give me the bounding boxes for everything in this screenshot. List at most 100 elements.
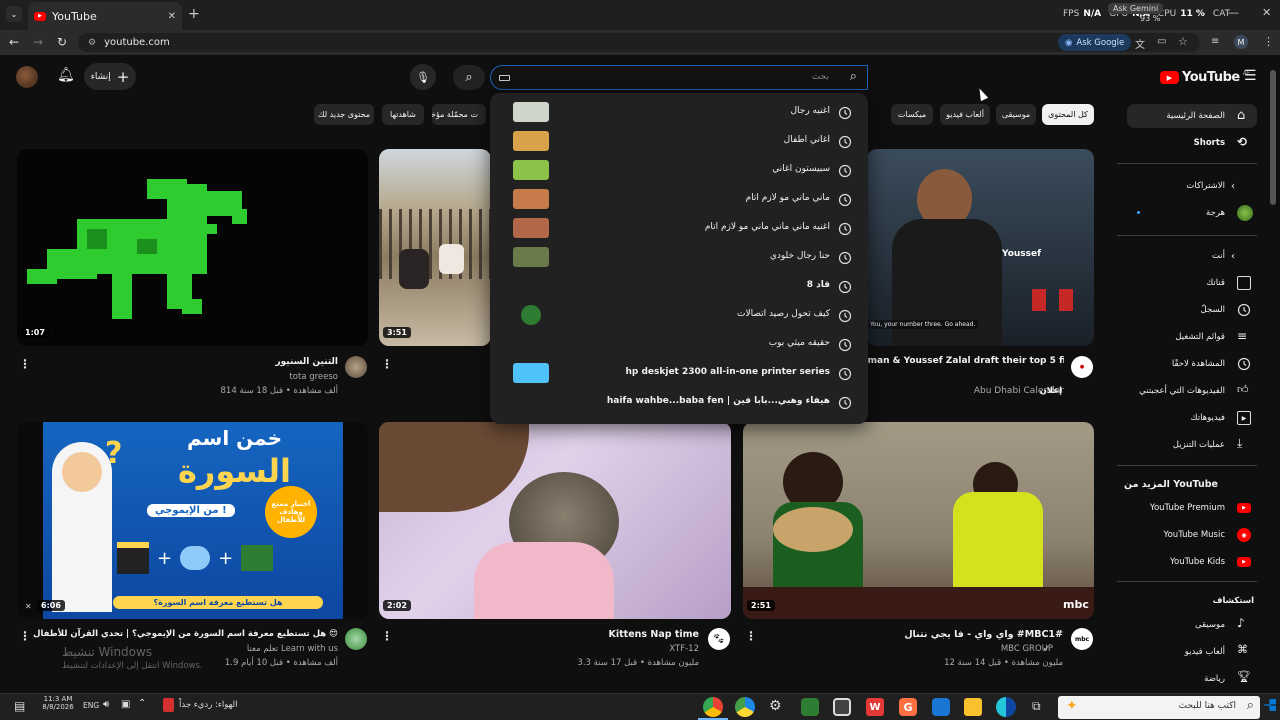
video-menu-icon[interactable]: ⋮ <box>381 357 393 371</box>
sidebar-item-gaming[interactable]: ألعاب فيديو ⌘ <box>1127 640 1257 664</box>
chip-music[interactable]: موسيقى <box>996 104 1036 125</box>
youtube-logo[interactable]: ▶ YouTube AE <box>1160 70 1251 85</box>
video-menu-icon[interactable]: ⋮ <box>19 629 31 643</box>
video-thumbnail[interactable]: mbc 2:51 <box>743 422 1094 619</box>
suggestion-item[interactable]: اغاني اطفال <box>490 127 868 156</box>
close-window-button[interactable]: ✕ <box>1262 6 1271 19</box>
windows-start-icon[interactable] <box>1264 699 1276 711</box>
back-arrow-icon[interactable]: ← <box>9 35 19 49</box>
network-icon[interactable]: ▣ <box>121 699 130 710</box>
chrome-taskbar-icon[interactable] <box>703 697 723 717</box>
suggestion-item[interactable]: ماني ماني مو لازم اتام <box>490 185 868 214</box>
chip-video-games[interactable]: ألعاب فيديو <box>940 104 990 125</box>
address-bar[interactable]: ⚙ youtube.com <box>78 33 1200 52</box>
tray-overflow-chevron-icon[interactable]: ⌃ <box>138 698 146 709</box>
chip-all[interactable]: كل المحتوى <box>1042 104 1094 125</box>
sidebar-item-youtube-kids[interactable]: YouTube Kids ▶ <box>1127 550 1257 574</box>
keyboard-icon[interactable] <box>499 75 510 81</box>
translate-icon[interactable]: 文 <box>1135 36 1145 51</box>
sidebar-item-watch-later[interactable]: المشاهدة لاحقًا <box>1127 352 1257 376</box>
input-language[interactable]: ENG <box>83 701 99 710</box>
chrome-beta-taskbar-icon[interactable] <box>735 697 755 717</box>
volume-icon[interactable]: 🔊︎ <box>103 699 109 710</box>
store-icon[interactable] <box>833 698 851 716</box>
suggestion-item[interactable]: اغنيه ماني ماني ماني مو لازم اتام <box>490 214 868 243</box>
sidebar-you-header[interactable]: أنت ‹ <box>1127 244 1257 268</box>
suggestion-item[interactable]: حقيقه ميثي بوب <box>490 330 868 359</box>
suggestion-item[interactable]: haifa wahbe...baba fen | هيفاء وهبي...با… <box>490 388 868 417</box>
suggestion-item[interactable]: حنا رجال خلودي <box>490 243 868 272</box>
create-button[interactable]: إنشاء + <box>84 63 136 90</box>
search-input[interactable]: بحث ⌕ <box>490 65 868 90</box>
mail-icon[interactable] <box>932 698 950 716</box>
video-channel[interactable]: XTF-12 <box>669 644 699 654</box>
sidebar-item-home[interactable]: الصفحة الرئيسية ⌂ <box>1127 104 1257 128</box>
suggestion-item[interactable]: hp deskjet 2300 all-in-one printer serie… <box>490 359 868 388</box>
voice-search-mic-icon[interactable]: 🎙︎ <box>410 64 436 90</box>
app-g-icon[interactable]: G <box>899 698 917 716</box>
sidebar-item-history[interactable]: السجلّ <box>1127 298 1257 322</box>
app-green-icon[interactable] <box>801 698 819 716</box>
account-avatar[interactable] <box>16 66 38 88</box>
video-thumbnail[interactable]: Youssef You, your number three. Go ahead… <box>867 149 1094 346</box>
video-title[interactable]: التنين السنيور <box>275 357 338 367</box>
sidebar-subscription-channel[interactable]: هرجة <box>1127 201 1257 225</box>
video-title[interactable]: Kittens Nap time <box>609 629 699 640</box>
sidebar-item-sports[interactable]: رياضة 🏆︎ <box>1127 667 1257 691</box>
video-thumbnail[interactable]: 1:07 <box>17 149 368 346</box>
file-explorer-icon[interactable] <box>964 698 982 716</box>
channel-avatar[interactable]: 🐾︎ <box>708 628 730 650</box>
search-submit-button[interactable]: ⌕ <box>453 65 485 90</box>
browser-menu-icon[interactable]: ⋮ <box>1263 35 1274 48</box>
video-title[interactable]: Usman & Youssef Zalal draft their top 5 … <box>855 356 1064 366</box>
tab-close-icon[interactable]: ✕ <box>168 11 176 22</box>
video-thumbnail[interactable]: 3:51 <box>379 149 491 346</box>
chip-new-to-you[interactable]: محتوى جديد لك <box>314 104 374 125</box>
sidebar-item-your-videos[interactable]: فيديوهاتك ▶ <box>1127 406 1257 430</box>
url-text[interactable]: youtube.com <box>104 37 170 48</box>
edge-browser-icon[interactable] <box>996 697 1016 717</box>
page-scrollbar[interactable] <box>1270 70 1276 205</box>
video-channel[interactable]: tota greeso <box>289 372 338 382</box>
sidebar-item-your-channel[interactable]: قناتك <box>1127 271 1257 295</box>
sidebar-item-liked-videos[interactable]: الفيديوهات التي أعجبتني 👍︎ <box>1127 379 1257 403</box>
sidebar-item-playlists[interactable]: قوائم التشغيل ≡ <box>1127 325 1257 349</box>
ask-gemini-button[interactable]: Ask Gemini <box>1108 3 1164 14</box>
video-menu-icon[interactable]: ⋮ <box>19 357 31 371</box>
suggestion-item[interactable]: قاد 8 <box>490 272 868 301</box>
sidebar-subscriptions-header[interactable]: الاشتراكات ‹ <box>1127 174 1257 198</box>
chip-watched[interactable]: شاهدتها <box>382 104 424 125</box>
sidebar-item-music[interactable]: موسيقى ♪ <box>1127 613 1257 637</box>
cast-icon[interactable]: ▭ <box>1157 36 1166 47</box>
chip-recently-uploaded[interactable]: ت محمّلة مؤخرًا <box>432 104 486 125</box>
bookmark-star-icon[interactable]: ☆ <box>1178 35 1188 48</box>
profile-avatar[interactable]: M <box>1234 35 1248 49</box>
taskbar-search-box[interactable]: ✦ اكتب هنا للبحث ⌕ <box>1058 696 1260 719</box>
reading-list-icon[interactable]: ≡ <box>1211 36 1219 47</box>
suggestion-item[interactable]: سبيستون اغاني <box>490 156 868 185</box>
notifications-bell-icon[interactable]: 🔔︎ <box>57 67 75 83</box>
video-title[interactable]: واي واي - فا يجي نتنال #MBC1# <box>904 629 1063 640</box>
video-menu-icon[interactable]: ⋮ <box>745 629 757 643</box>
channel-avatar[interactable]: ● <box>1071 356 1093 378</box>
hamburger-menu-icon[interactable]: ☰ <box>1244 68 1257 84</box>
video-thumbnail[interactable]: ? خمن اسم السورة من الإيموجي ! اختبار مم… <box>17 422 368 619</box>
browser-tab-youtube[interactable]: ▶ YouTube ✕ <box>28 2 182 30</box>
weather-widget[interactable]: الهواء: رديء جداً <box>163 698 238 712</box>
sidebar-item-shorts[interactable]: Shorts ⟲ <box>1127 131 1257 155</box>
channel-avatar[interactable] <box>345 628 367 650</box>
new-tab-button[interactable]: + <box>188 6 200 22</box>
channel-avatar[interactable] <box>345 356 367 378</box>
clock[interactable]: 11:3 AM 8/8/2026 <box>40 695 76 711</box>
tab-search-button[interactable]: ⌄ <box>6 6 22 22</box>
reload-icon[interactable]: ↻ <box>57 35 67 49</box>
video-menu-icon[interactable]: ⋮ <box>381 629 393 643</box>
channel-avatar[interactable]: mbc <box>1071 628 1093 650</box>
ask-google-button[interactable]: ◉ Ask Google <box>1058 34 1132 51</box>
site-info-icon[interactable]: ⚙ <box>88 38 96 48</box>
task-view-icon[interactable]: ⧉ <box>1032 699 1041 714</box>
video-thumbnail[interactable]: 2:02 <box>379 422 731 619</box>
wps-office-icon[interactable]: W <box>866 698 884 716</box>
suggestion-item[interactable]: اغنيه رجال <box>490 98 868 127</box>
video-title[interactable]: هل تستطيع معرفة اسم السورة من الإيموجي؟ … <box>33 629 338 639</box>
